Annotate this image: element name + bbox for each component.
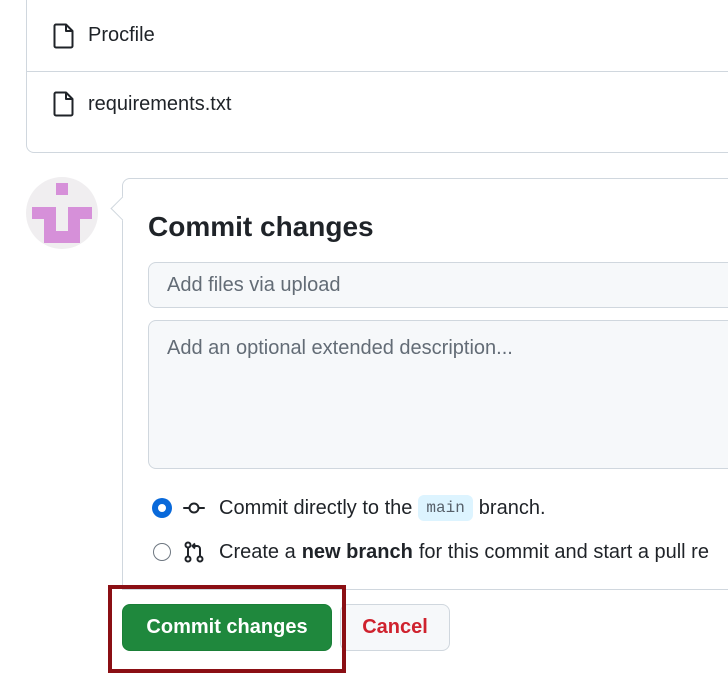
file-row-requirements[interactable]: requirements.txt bbox=[27, 73, 728, 153]
commit-description-input[interactable] bbox=[148, 320, 728, 469]
avatar[interactable] bbox=[26, 177, 98, 249]
file-name[interactable]: requirements.txt bbox=[88, 93, 231, 116]
file-row-procfile[interactable]: Procfile bbox=[27, 0, 728, 72]
avatar-pixel bbox=[44, 219, 56, 231]
file-name[interactable]: Procfile bbox=[88, 24, 155, 47]
new-branch-prefix: Create a bbox=[219, 540, 296, 563]
commit-direct-suffix: branch. bbox=[478, 496, 546, 519]
file-icon bbox=[53, 23, 74, 49]
commit-direct-radio[interactable] bbox=[153, 499, 171, 517]
commit-direct-option[interactable]: Commit directly to the main branch. bbox=[153, 494, 546, 522]
avatar-pixel bbox=[80, 207, 92, 219]
new-branch-suffix: for this commit and start a pull re bbox=[418, 540, 709, 563]
avatar-pixel bbox=[56, 183, 68, 195]
file-icon bbox=[53, 91, 74, 117]
commit-form: Commit changes Commit directly to the ma… bbox=[122, 178, 728, 590]
upload-files-page: Procfile requirements.txt Commit changes bbox=[0, 0, 728, 694]
git-pull-request-icon bbox=[184, 541, 204, 563]
avatar-pixel bbox=[44, 207, 56, 219]
cancel-button[interactable]: Cancel bbox=[340, 604, 450, 651]
new-branch-option[interactable]: Create a new branch for this commit and … bbox=[153, 538, 709, 566]
new-branch-bold: new branch bbox=[301, 540, 413, 563]
file-list: Procfile requirements.txt bbox=[26, 0, 728, 153]
avatar-pixel bbox=[68, 207, 80, 219]
new-branch-label: Create a new branch for this commit and … bbox=[219, 541, 709, 564]
commit-direct-prefix: Commit directly to the bbox=[219, 496, 413, 519]
commit-direct-label: Commit directly to the main branch. bbox=[219, 495, 546, 521]
new-branch-radio[interactable] bbox=[153, 543, 171, 561]
avatar-pixel bbox=[68, 219, 80, 231]
branch-name: main bbox=[418, 495, 473, 521]
commit-changes-button[interactable]: Commit changes bbox=[122, 604, 332, 651]
commit-summary-input[interactable] bbox=[148, 262, 728, 308]
form-divider bbox=[122, 589, 728, 590]
avatar-pixel bbox=[32, 207, 44, 219]
commit-title: Commit changes bbox=[148, 211, 374, 242]
avatar-pixel bbox=[44, 231, 80, 243]
git-commit-icon bbox=[183, 502, 205, 514]
